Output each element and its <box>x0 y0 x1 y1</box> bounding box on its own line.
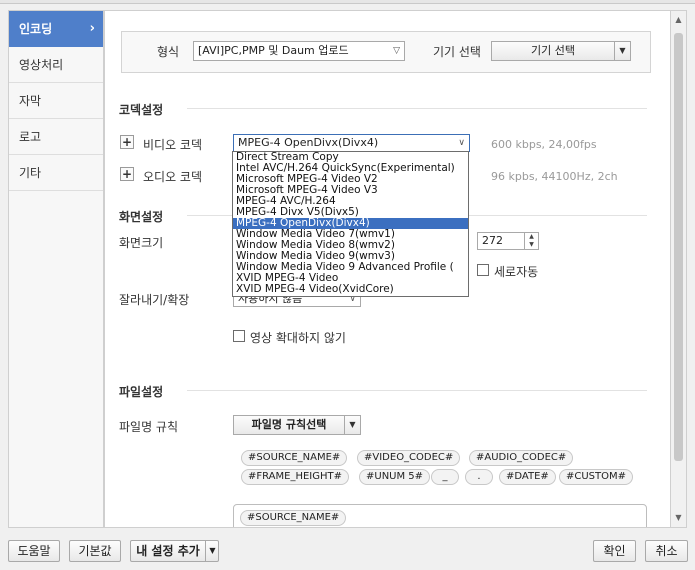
filename-rule-button[interactable]: 파일명 규칙선택 ▼ <box>233 415 361 435</box>
help-button[interactable]: 도움말 <box>8 540 60 562</box>
triangle-up-icon[interactable]: ▲ <box>525 233 538 241</box>
add-setting-button[interactable]: 내 설정 추가 ▼ <box>130 540 219 562</box>
token-chip[interactable]: #CUSTOM# <box>559 469 634 485</box>
ok-button[interactable]: 확인 <box>593 540 636 562</box>
sidebar-item-encoding[interactable]: 인코딩 › <box>9 11 103 47</box>
audio-codec-info: 96 kpbs, 44100Hz, 2ch <box>491 170 618 183</box>
no-enlarge-checkbox[interactable] <box>233 330 245 342</box>
content-scrollbar[interactable]: ▲ ▼ <box>671 10 687 528</box>
video-codec-value: MPEG-4 OpenDivx(Divx4) <box>238 136 379 149</box>
format-select[interactable]: [AVI]PC,PMP 및 Daum 업로드 ▽ <box>193 41 405 61</box>
video-codec-dropdown-list: Direct Stream Copy Intel AVC/H.264 Quick… <box>232 151 469 297</box>
token-chip[interactable]: #SOURCE_NAME# <box>241 450 348 466</box>
device-select-button[interactable]: 기기 선택 ▼ <box>491 41 631 61</box>
sidebar-item-label: 자막 <box>19 94 42 108</box>
triangle-down-icon[interactable]: ▼ <box>671 511 686 525</box>
screen-section-title: 화면설정 <box>119 210 164 224</box>
height-stepper[interactable]: 272 ▲ ▼ <box>477 232 539 250</box>
sidebar-item-etc[interactable]: 기타 <box>9 155 103 191</box>
token-chip[interactable]: #SOURCE_NAME# <box>240 510 347 526</box>
cancel-button[interactable]: 취소 <box>645 540 688 562</box>
video-codec-select[interactable]: MPEG-4 OpenDivx(Divx4) ∨ <box>233 134 470 152</box>
video-codec-expand-icon[interactable]: + <box>120 135 134 149</box>
token-chip[interactable]: #FRAME_HEIGHT# <box>241 469 350 485</box>
token-chip[interactable]: #UNUM 5# <box>359 469 431 485</box>
stepper-buttons[interactable]: ▲ ▼ <box>524 233 538 249</box>
triangle-down-icon[interactable]: ▼ <box>344 416 360 434</box>
triangle-down-icon[interactable]: ▼ <box>205 541 219 561</box>
device-select-label: 기기 선택 <box>531 44 575 57</box>
token-chip[interactable]: #VIDEO_CODEC# <box>357 450 461 466</box>
file-divider <box>187 390 647 391</box>
filename-rule-label: 파일명 규칙 <box>119 420 179 434</box>
vertical-auto-checkbox[interactable] <box>477 264 489 276</box>
triangle-down-icon[interactable]: ▼ <box>614 42 630 60</box>
scrollbar-thumb[interactable] <box>674 33 683 461</box>
no-enlarge-label: 영상 확대하지 않기 <box>250 331 346 345</box>
token-chip[interactable]: #AUDIO_CODEC# <box>469 450 574 466</box>
format-select-value: [AVI]PC,PMP 및 Daum 업로드 <box>198 44 349 57</box>
format-label: 형식 <box>157 45 180 59</box>
sidebar-item-video-processing[interactable]: 영상처리 <box>9 47 103 83</box>
screen-size-label: 화면크기 <box>119 236 164 250</box>
codec-section-title: 코덱설정 <box>119 103 164 117</box>
sidebar-item-label: 인코딩 <box>19 22 53 36</box>
sidebar-item-label: 영상처리 <box>19 58 64 72</box>
add-setting-label: 내 설정 추가 <box>136 544 200 558</box>
chevron-right-icon: › <box>89 21 95 36</box>
token-chip[interactable]: #DATE# <box>499 469 556 485</box>
triangle-up-icon[interactable]: ▲ <box>671 13 686 27</box>
sidebar-item-label: 로고 <box>19 130 42 144</box>
window-top-edge <box>0 0 695 4</box>
file-section-title: 파일설정 <box>119 385 164 399</box>
sidebar-item-label: 기타 <box>19 166 42 180</box>
default-button[interactable]: 기본값 <box>69 540 121 562</box>
chevron-down-icon: ∨ <box>458 138 465 148</box>
dropdown-option[interactable]: XVID MPEG-4 Video(XvidCore) <box>233 284 468 295</box>
height-value: 272 <box>482 234 503 247</box>
audio-codec-expand-icon[interactable]: + <box>120 167 134 181</box>
token-chip[interactable]: . <box>465 469 493 485</box>
filename-rule-button-label: 파일명 규칙선택 <box>251 418 327 431</box>
vertical-auto-label: 세로자동 <box>494 265 539 279</box>
sidebar-item-logo[interactable]: 로고 <box>9 119 103 155</box>
video-codec-info: 600 kbps, 24,00fps <box>491 138 597 151</box>
device-label: 기기 선택 <box>433 45 481 59</box>
codec-divider <box>187 108 647 109</box>
crop-label: 잘라내기/확장 <box>119 293 190 307</box>
settings-sidebar: 인코딩 › 영상처리 자막 로고 기타 <box>8 10 104 528</box>
sidebar-item-subtitle[interactable]: 자막 <box>9 83 103 119</box>
chevron-down-icon: ▽ <box>393 46 400 56</box>
token-chip[interactable]: _ <box>431 469 459 485</box>
filename-pattern-input[interactable]: #SOURCE_NAME# <box>233 504 647 527</box>
triangle-down-icon[interactable]: ▼ <box>525 241 538 249</box>
video-codec-label: 비디오 코덱 <box>143 138 203 152</box>
audio-codec-label: 오디오 코덱 <box>143 170 203 184</box>
